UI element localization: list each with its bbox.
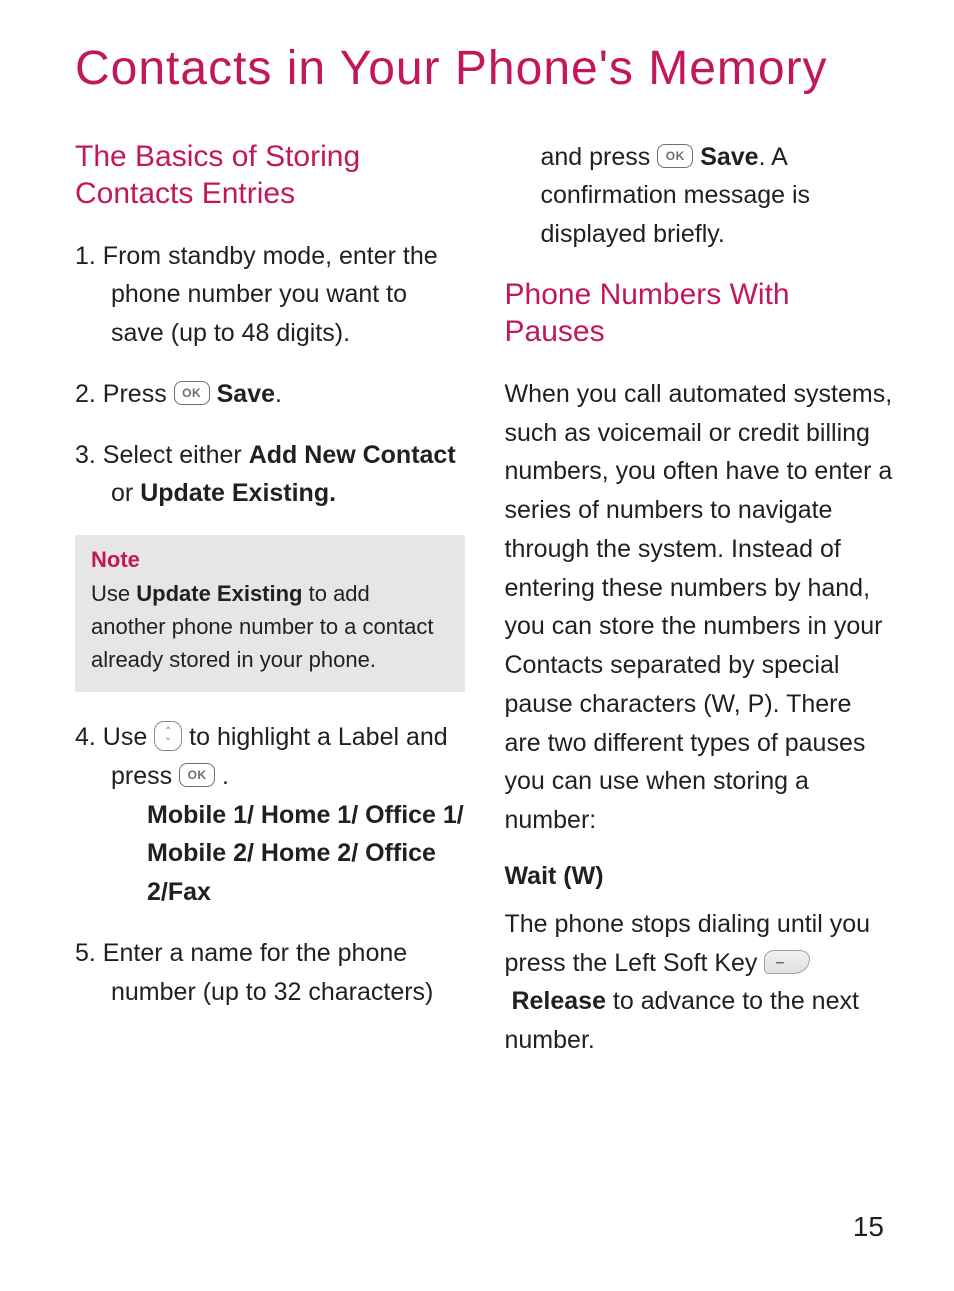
right-column: and press OK Save. A confirmation messag… xyxy=(505,138,895,1082)
nav-key-icon xyxy=(154,721,182,751)
ok-key-icon: OK xyxy=(657,144,693,168)
step-number: 2. xyxy=(75,380,103,408)
step-number: 4. xyxy=(75,723,103,751)
wait-paragraph: The phone stops dialing until you press … xyxy=(505,905,895,1060)
cont-a: and press xyxy=(541,143,658,171)
add-new-contact-label: Add New Contact xyxy=(249,441,456,469)
steps-list-cont: 4. Use to highlight a Label and press OK… xyxy=(75,718,465,1011)
ok-key-icon: OK xyxy=(179,763,215,787)
step-text-b: or xyxy=(111,479,140,507)
left-soft-key-icon xyxy=(764,950,810,974)
step-number: 1. xyxy=(75,242,103,270)
section-basics-title: The Basics of Storing Contacts Entries xyxy=(75,138,465,213)
wait-subtitle: Wait (W) xyxy=(505,862,895,891)
step-5-continued: and press OK Save. A confirmation messag… xyxy=(505,138,895,254)
ok-key-icon: OK xyxy=(174,381,210,405)
section-pauses-title: Phone Numbers With Pauses xyxy=(505,276,895,351)
step-2: 2. Press OK Save. xyxy=(75,375,465,414)
step-text-c: . xyxy=(215,762,229,790)
step-text-b xyxy=(210,380,217,408)
step-4: 4. Use to highlight a Label and press OK… xyxy=(75,718,465,912)
page-title: Contacts in Your Phone's Memory xyxy=(75,40,894,98)
label-options: Mobile 1/ Home 1/ Office 1/ Mobile 2/ Ho… xyxy=(111,796,465,912)
step-text-c: . xyxy=(275,380,282,408)
step-text: Enter a name for the phone number (up to… xyxy=(103,939,434,1006)
update-existing-label: Update Existing. xyxy=(140,479,336,507)
page-number: 15 xyxy=(853,1211,884,1243)
steps-list: 1. From standby mode, enter the phone nu… xyxy=(75,237,465,514)
step-text: From standby mode, enter the phone numbe… xyxy=(103,242,438,348)
release-label: Release xyxy=(511,987,606,1015)
note-box: Note Use Update Existing to add another … xyxy=(75,535,465,692)
step-5: 5. Enter a name for the phone number (up… xyxy=(75,934,465,1012)
pauses-paragraph: When you call automated systems, such as… xyxy=(505,375,895,840)
note-text-a: Use xyxy=(91,581,136,606)
note-update-existing: Update Existing xyxy=(136,581,302,606)
note-label: Note xyxy=(91,547,449,573)
step-number: 5. xyxy=(75,939,103,967)
step-number: 3. xyxy=(75,441,103,469)
left-column: The Basics of Storing Contacts Entries 1… xyxy=(75,138,465,1082)
step-text-a: Select either xyxy=(103,441,249,469)
step-text-a: Use xyxy=(103,723,154,751)
save-label: Save xyxy=(217,380,275,408)
save-label: Save xyxy=(700,143,758,171)
note-body: Use Update Existing to add another phone… xyxy=(91,577,449,676)
content-columns: The Basics of Storing Contacts Entries 1… xyxy=(75,138,894,1082)
step-1: 1. From standby mode, enter the phone nu… xyxy=(75,237,465,353)
wait-text-a: The phone stops dialing until you press … xyxy=(505,910,871,977)
step-text-a: Press xyxy=(103,380,174,408)
step-3: 3. Select either Add New Contact or Upda… xyxy=(75,436,465,514)
